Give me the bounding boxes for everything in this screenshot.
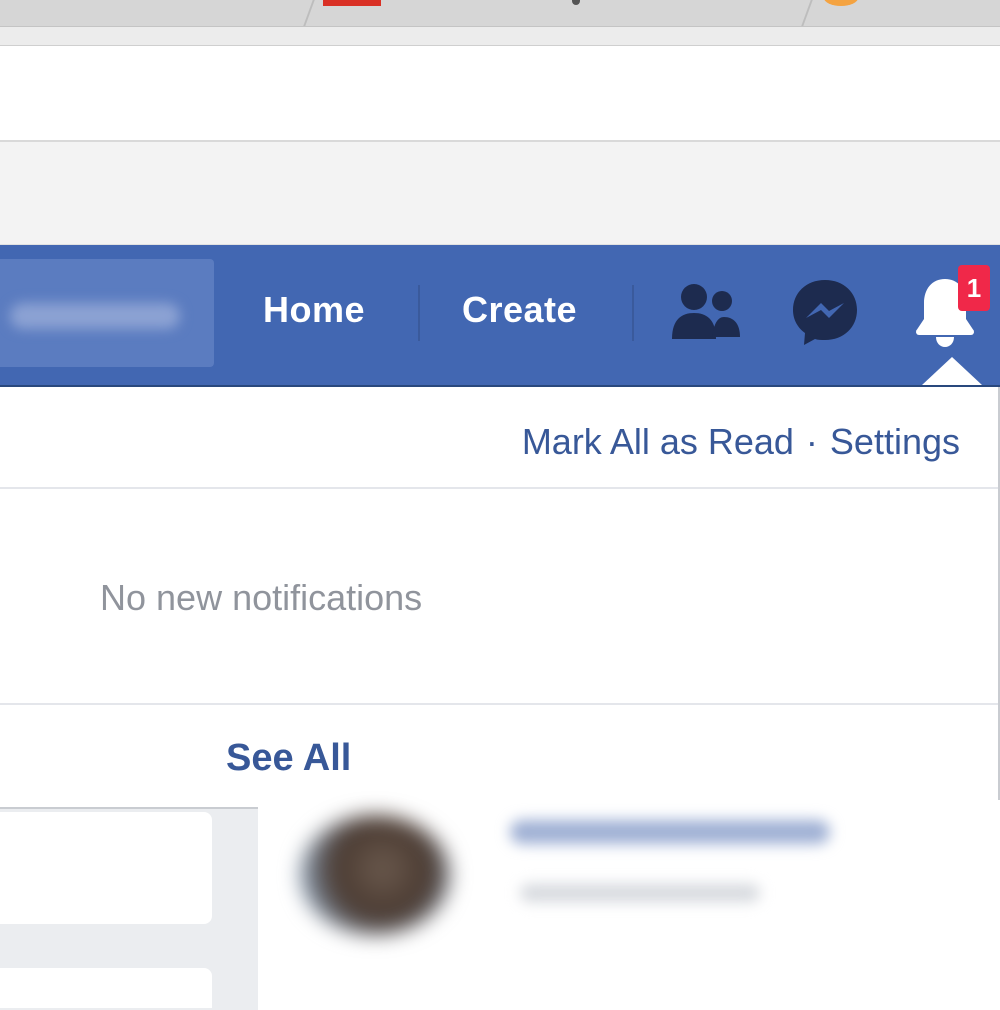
notifications-header: Mark All as Read · Settings [0,387,998,489]
browser-toolbar [0,27,1000,46]
see-all-link[interactable]: See All [226,737,351,780]
notifications-footer: See All [0,705,998,805]
post-author-name-blurred[interactable] [510,820,830,844]
actions-separator: · [805,421,818,462]
tab-favicon[interactable] [323,0,381,6]
bookmarks-bar [0,142,1000,245]
messenger-icon[interactable] [790,277,860,347]
tab-separator [303,0,315,26]
nav-create-link[interactable]: Create [462,289,577,331]
tab-separator [801,0,813,26]
top-navigation-bar: Home Create 1 [0,245,1000,387]
tab-favicon[interactable] [824,0,858,6]
mark-all-as-read-link[interactable]: Mark All as Read [522,421,794,462]
empty-notifications-message: No new notifications [100,577,423,618]
post-meta-blurred [520,884,760,902]
dropdown-caret [922,357,982,385]
search-placeholder-blurred [10,303,180,329]
search-box[interactable] [0,259,214,367]
browser-tab-strip [0,0,1000,27]
tab-favicon[interactable] [572,0,580,5]
friend-requests-icon[interactable] [670,281,742,345]
address-bar[interactable] [0,46,1000,142]
notification-settings-link[interactable]: Settings [830,421,960,462]
sidebar-card [0,812,212,924]
notifications-badge: 1 [958,265,990,311]
notifications-actions: Mark All as Read · Settings [522,421,960,463]
post-author-avatar[interactable] [300,815,450,935]
nav-home-link[interactable]: Home [263,289,365,331]
nav-divider [632,285,634,341]
notifications-dropdown: Mark All as Read · Settings No new notific… [0,387,1000,809]
sidebar-card [0,968,212,1008]
nav-divider [418,285,420,341]
notifications-list: No new notifications [0,489,998,705]
